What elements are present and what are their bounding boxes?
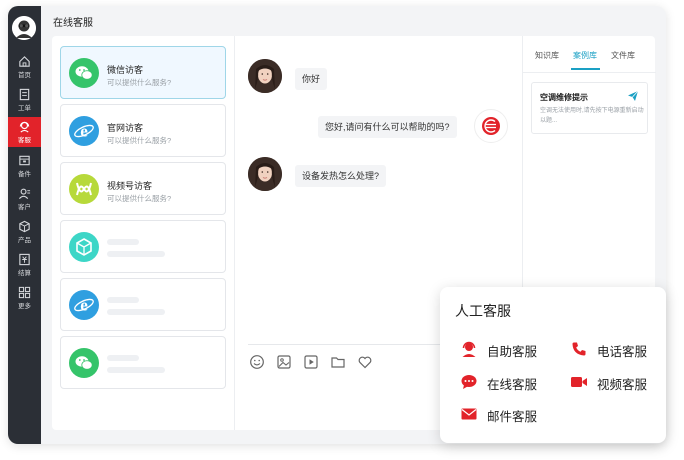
parts-icon (19, 155, 30, 166)
visitor-avatar (248, 59, 282, 93)
tab-file-library[interactable]: 文件库 (611, 50, 635, 61)
visitor-avatar (248, 157, 282, 191)
conversation-name: 微信访客 (107, 65, 144, 75)
chat-icon (461, 375, 477, 389)
video-icon[interactable] (303, 354, 319, 370)
conversation-item-video-channel[interactable]: 视频号访客 可以提供什么服务? (60, 162, 226, 215)
rail-item-product[interactable]: 产品 (8, 217, 41, 247)
customer-icon (18, 188, 31, 199)
service-label: 邮件客服 (487, 410, 538, 424)
wechat-icon (69, 58, 99, 88)
settlement-icon (19, 253, 30, 266)
rail-item-more[interactable]: 更多 (8, 283, 41, 313)
knowledge-card-desc: 空调无法使用时,请先按下电源重新启动以题... (540, 108, 644, 124)
image-icon[interactable] (276, 354, 292, 370)
skeleton-line (107, 251, 165, 257)
svg-text:e: e (80, 296, 88, 315)
skeleton-line (107, 239, 139, 245)
rail-label: 客服 (18, 137, 31, 144)
agent-avatar (474, 109, 508, 143)
svg-text:e: e (80, 122, 88, 141)
skeleton-line (107, 297, 139, 303)
heart-icon[interactable] (357, 354, 373, 370)
self-service-icon (462, 341, 476, 357)
tab-divider (523, 72, 656, 73)
skeleton-line (107, 309, 165, 315)
service-label: 自助客服 (487, 345, 538, 359)
rail-item-customer[interactable]: 客户 (8, 184, 41, 214)
conversation-item-placeholder[interactable] (60, 220, 226, 273)
skeleton-line (107, 355, 139, 361)
conversation-name: 视频号访客 (107, 181, 153, 191)
popup-title: 人工客服 (455, 303, 511, 319)
message-bubble: 你好 (295, 68, 328, 90)
left-rail: 首页 工单 客服 备件 客户 产品 结算 更多 (8, 6, 41, 444)
rail-label: 首页 (18, 72, 31, 79)
rail-item-service[interactable]: 客服 (8, 117, 41, 147)
user-avatar[interactable] (12, 16, 36, 40)
mail-icon (461, 408, 477, 420)
phone-icon (572, 342, 586, 356)
ie-icon: e (69, 116, 99, 146)
rail-label: 客户 (18, 204, 31, 211)
rail-item-home[interactable]: 首页 (8, 52, 41, 82)
folder-icon[interactable] (330, 354, 346, 370)
brand-logo-icon (482, 117, 500, 135)
service-label: 在线客服 (487, 378, 538, 392)
knowledge-card-title: 空调维修提示 (540, 93, 588, 102)
human-service-popup: 人工客服 自助客服 电话客服 在线客服 视频客服 邮件客服 (440, 287, 666, 443)
rail-label: 备件 (18, 171, 31, 178)
video-channel-icon (69, 174, 99, 204)
active-tab-indicator (571, 68, 600, 70)
conversation-item-wechat[interactable]: 微信访客 可以提供什么服务? (60, 46, 226, 99)
cube-icon (69, 232, 99, 262)
wechat-icon (69, 348, 99, 378)
conversation-item-placeholder[interactable] (60, 336, 226, 389)
message-bubble: 您好,请问有什么可以帮助的吗? (318, 116, 457, 138)
service-label: 视频客服 (597, 378, 648, 392)
tab-case-library[interactable]: 案例库 (573, 50, 597, 61)
emoji-icon[interactable] (249, 354, 265, 370)
page-title: 在线客服 (53, 18, 93, 29)
home-icon (19, 56, 30, 67)
ticket-icon (19, 88, 30, 101)
ie-icon: e (69, 290, 99, 320)
product-icon (19, 220, 30, 233)
rail-label: 工单 (18, 105, 31, 112)
video-camera-icon (571, 377, 587, 387)
rail-item-parts[interactable]: 备件 (8, 151, 41, 181)
conversation-preview: 可以提供什么服务? (107, 78, 172, 87)
rail-item-settlement[interactable]: 结算 (8, 250, 41, 280)
rail-label: 更多 (18, 303, 31, 310)
conversation-item-website[interactable]: e 官网访客 可以提供什么服务? (60, 104, 226, 157)
send-icon[interactable] (627, 90, 639, 102)
conversation-name: 官网访客 (107, 123, 144, 133)
service-label: 电话客服 (597, 345, 648, 359)
rail-label: 产品 (18, 237, 31, 244)
rail-item-ticket[interactable]: 工单 (8, 85, 41, 115)
headset-icon (19, 121, 30, 133)
conversation-preview: 可以提供什么服务? (107, 136, 172, 145)
tab-knowledge-base[interactable]: 知识库 (535, 50, 559, 61)
conversation-preview: 可以提供什么服务? (107, 194, 172, 203)
conversation-list: 微信访客 可以提供什么服务? e 官网访客 可以提供什么服务? 视频号访客 可以… (52, 36, 235, 430)
message-bubble: 设备发热怎么处理? (295, 165, 387, 187)
more-icon (18, 286, 31, 299)
knowledge-card[interactable]: 空调维修提示 空调无法使用时,请先按下电源重新启动以题... (531, 82, 648, 134)
skeleton-line (107, 367, 165, 373)
rail-label: 结算 (18, 270, 31, 277)
conversation-item-placeholder[interactable]: e (60, 278, 226, 331)
